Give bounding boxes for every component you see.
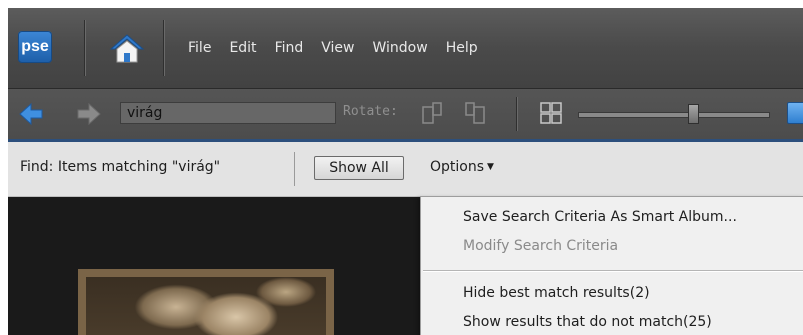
- thumbnail-size-slider[interactable]: [578, 112, 770, 118]
- rotate-right-icon[interactable]: [464, 101, 486, 127]
- search-input[interactable]: virág: [120, 102, 336, 124]
- show-all-button[interactable]: Show All: [314, 156, 404, 180]
- hide-best-match-item[interactable]: Hide best match results(2): [463, 285, 650, 301]
- options-label: Options: [430, 159, 485, 175]
- find-bar: Find: Items matching "virág" Show All Op…: [8, 142, 803, 197]
- find-bar-divider: [294, 152, 295, 186]
- toolbar: virág Rotate:: [8, 89, 803, 142]
- options-dropdown: Save Search Criteria As Smart Album... M…: [420, 196, 803, 335]
- show-non-matching-item[interactable]: Show results that do not match(25): [463, 314, 712, 330]
- menu-find[interactable]: Find: [266, 36, 313, 60]
- back-arrow-icon[interactable]: [18, 102, 44, 126]
- single-view-icon[interactable]: [787, 102, 803, 124]
- modify-search-criteria-item: Modify Search Criteria: [463, 238, 619, 254]
- photo-image: [86, 277, 326, 335]
- toolbar-divider: [516, 97, 517, 131]
- options-menu-button[interactable]: Options ▼: [430, 159, 494, 175]
- find-criteria-label: Find: Items matching "virág": [20, 159, 221, 175]
- forward-arrow-icon[interactable]: [76, 102, 102, 126]
- rotate-left-icon[interactable]: [421, 101, 443, 127]
- save-search-criteria-item[interactable]: Save Search Criteria As Smart Album...: [463, 209, 737, 225]
- pse-logo: pse: [18, 31, 52, 63]
- menu-divider: [84, 20, 85, 76]
- photo-thumbnail[interactable]: [78, 269, 334, 335]
- menu-file[interactable]: File: [188, 36, 220, 60]
- thumbnail-size-slider-thumb[interactable]: [688, 104, 699, 124]
- rotate-label: Rotate:: [343, 104, 398, 119]
- menu-window[interactable]: Window: [363, 36, 436, 60]
- menu-divider: [163, 20, 164, 76]
- home-icon[interactable]: [109, 32, 145, 64]
- menu-separator: [423, 270, 803, 272]
- menu-edit[interactable]: Edit: [220, 36, 265, 60]
- grid-view-icon[interactable]: [540, 102, 562, 124]
- menu-help[interactable]: Help: [437, 36, 487, 60]
- menu-view[interactable]: View: [312, 36, 363, 60]
- main-menu: File Edit Find View Window Help: [188, 36, 487, 60]
- app-window: pse File Edit Find View Window Help virá…: [8, 8, 803, 335]
- menu-bar: pse File Edit Find View Window Help: [8, 8, 803, 89]
- chevron-down-icon: ▼: [487, 162, 494, 172]
